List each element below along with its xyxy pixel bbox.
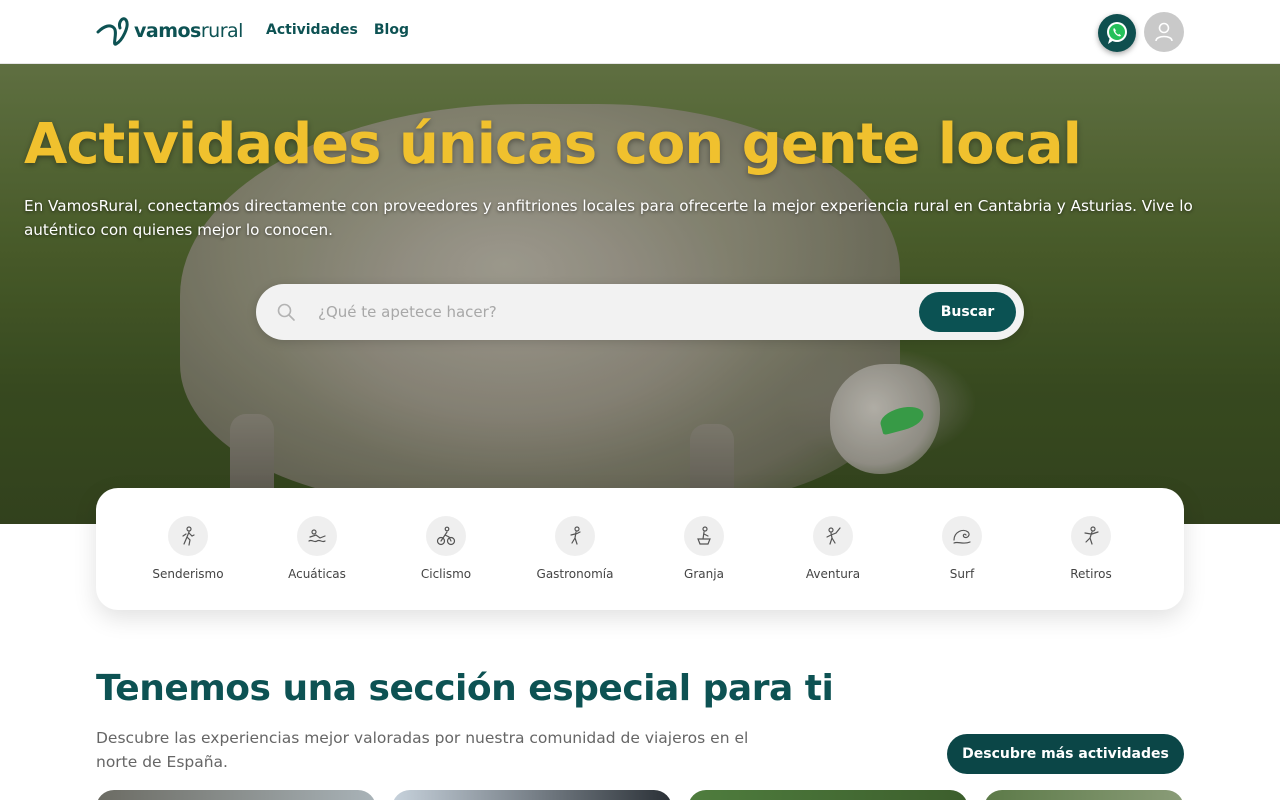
main-nav: Actividades Blog [266, 22, 409, 38]
discover-more-button[interactable]: Descubre más actividades [947, 734, 1184, 774]
adventure-icon [826, 527, 841, 545]
search-icon [277, 303, 295, 321]
nav-blog[interactable]: Blog [374, 22, 409, 38]
whatsapp-button[interactable] [1098, 14, 1136, 52]
category-label: Aventura [805, 567, 861, 581]
category-ciclismo[interactable]: Ciclismo [386, 516, 506, 581]
category-granja[interactable]: Granja [644, 516, 764, 581]
user-account-button[interactable] [1144, 12, 1184, 52]
nav-actividades[interactable]: Actividades [266, 22, 358, 38]
search-bar: Buscar [256, 284, 1024, 340]
category-bar: Senderismo Acuáticas Ciclismo Gastronomí… [96, 488, 1184, 610]
site-header: vamosrural Actividades Blog [0, 0, 1280, 64]
search-button[interactable]: Buscar [919, 292, 1016, 332]
category-label: Ciclismo [420, 567, 472, 581]
logo-text-bold: vamos [134, 20, 201, 42]
hero-subtitle: En VamosRural, conectamos directamente c… [24, 197, 1193, 239]
activity-cards-row [96, 790, 1184, 800]
section-title: Tenemos una sección especial para ti [96, 668, 834, 709]
category-surf[interactable]: Surf [902, 516, 1022, 581]
hero-banner: Actividades únicas con gente local En Va… [0, 64, 1280, 524]
surf-icon [953, 529, 971, 544]
cycling-icon [436, 526, 456, 546]
water-sports-icon [308, 529, 326, 543]
gastronomy-icon [570, 526, 581, 545]
activity-card[interactable] [392, 790, 672, 800]
retreat-icon [1084, 526, 1099, 545]
hiking-icon [182, 526, 195, 546]
logo-text-light: rural [200, 20, 244, 42]
whatsapp-icon [1107, 22, 1127, 44]
activity-card[interactable] [688, 790, 968, 800]
category-label: Surf [949, 567, 975, 581]
activity-card[interactable] [984, 790, 1184, 800]
search-input[interactable] [318, 298, 898, 326]
hero-title: Actividades únicas con gente local [24, 112, 1082, 177]
logo-mark-icon [96, 17, 129, 46]
category-label: Senderismo [152, 567, 224, 581]
logo[interactable]: vamosrural [96, 14, 243, 48]
farm-icon [697, 526, 711, 545]
category-acuaticas[interactable]: Acuáticas [257, 516, 377, 581]
category-label: Retiros [1070, 567, 1112, 581]
category-senderismo[interactable]: Senderismo [128, 516, 248, 581]
activity-card[interactable] [96, 790, 376, 800]
category-gastronomia[interactable]: Gastronomía [515, 516, 635, 581]
category-label: Granja [684, 567, 724, 581]
section-description: Descubre las experiencias mejor valorada… [96, 729, 749, 771]
category-label: Gastronomía [536, 567, 614, 581]
category-label: Acuáticas [288, 567, 346, 581]
category-aventura[interactable]: Aventura [773, 516, 893, 581]
category-retiros[interactable]: Retiros [1031, 516, 1151, 581]
user-icon [1155, 22, 1173, 42]
